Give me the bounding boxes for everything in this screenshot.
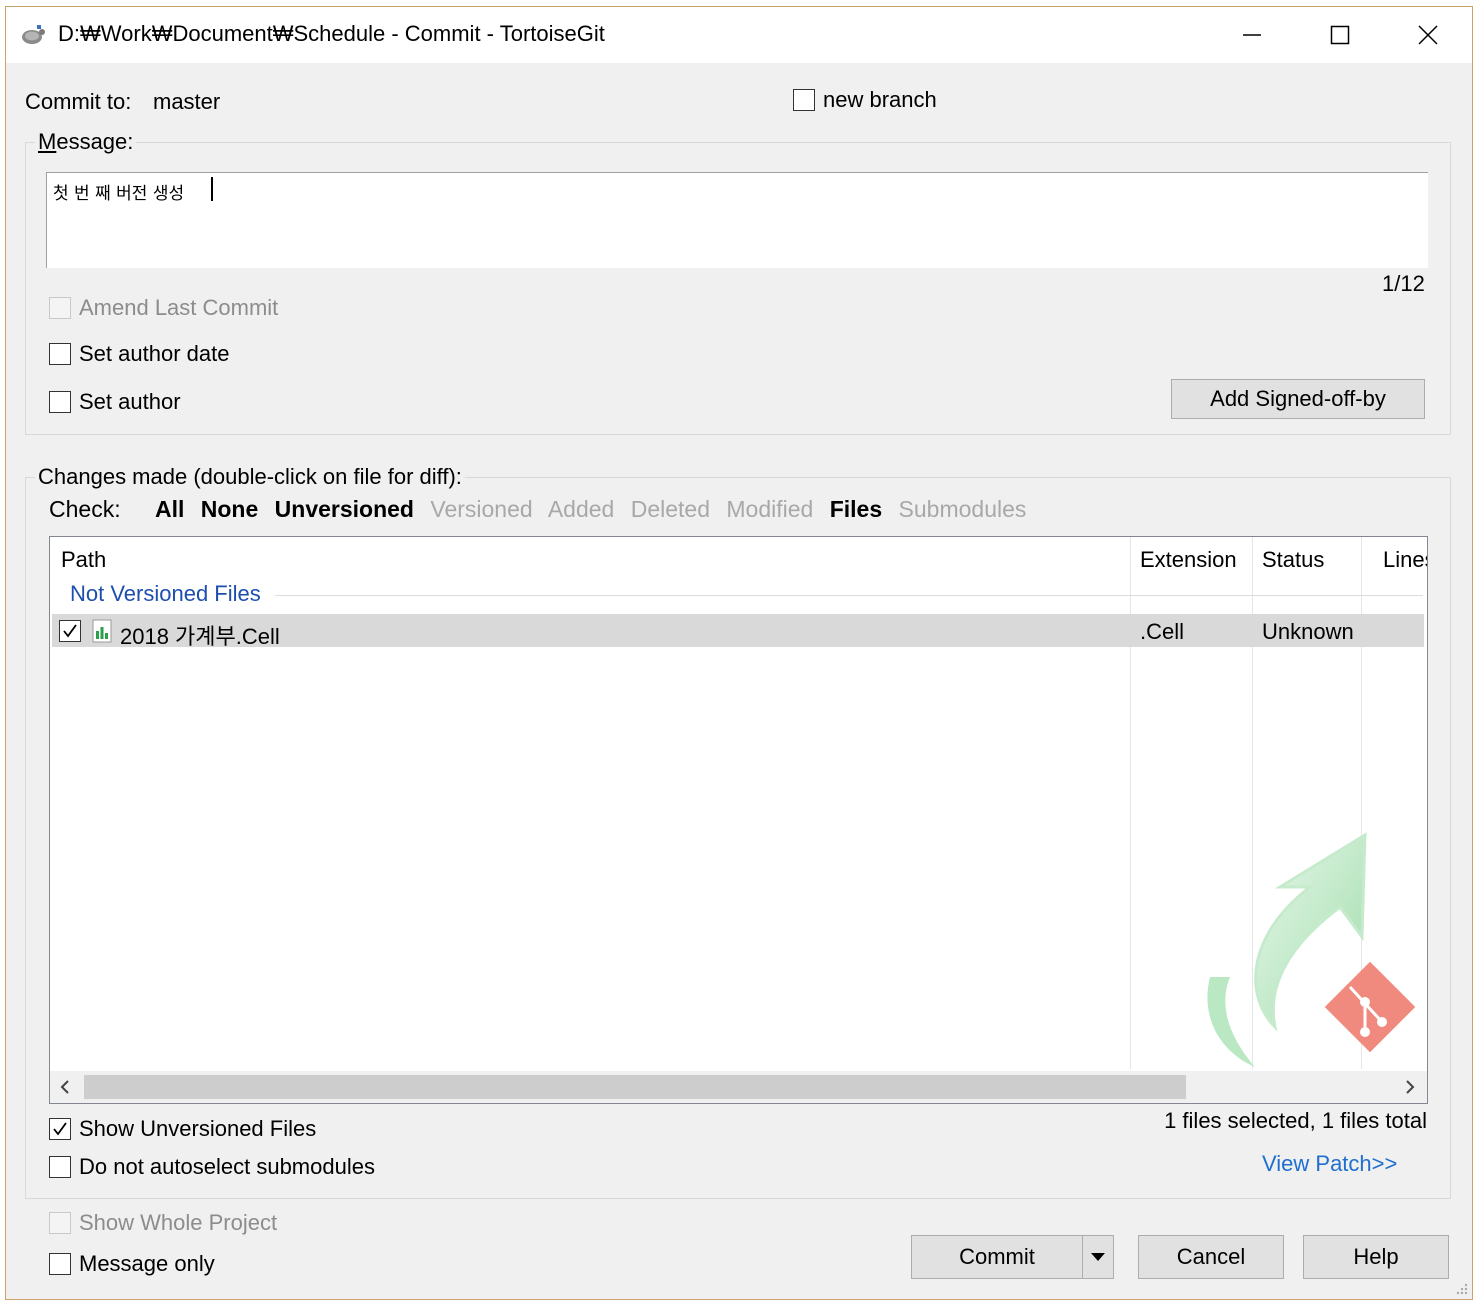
tortoisegit-watermark-logo (1207, 832, 1416, 1067)
add-signed-off-by-button[interactable]: Add Signed-off-by (1171, 379, 1425, 419)
maximize-button[interactable] (1296, 7, 1384, 63)
help-button[interactable]: Help (1303, 1235, 1449, 1279)
view-patch-link[interactable]: View Patch>> (1262, 1151, 1397, 1177)
no-autoselect-submodules-label: Do not autoselect submodules (79, 1154, 375, 1179)
message-counter: 1/12 (1382, 271, 1425, 296)
close-icon (1418, 25, 1438, 45)
spreadsheet-file-icon (92, 619, 112, 643)
scrollbar-thumb[interactable] (84, 1075, 1186, 1099)
filter-unversioned[interactable]: Unversioned (275, 496, 414, 522)
minimize-icon (1243, 34, 1261, 36)
filter-added: Added (547, 496, 615, 522)
selection-summary: 1 files selected, 1 files total (1164, 1108, 1427, 1133)
file-extension: .Cell (1140, 619, 1185, 644)
filter-submodules: Submodules (898, 496, 1027, 522)
filter-all[interactable]: All (155, 496, 184, 522)
checkmark-icon (53, 1122, 67, 1136)
message-only-checkbox[interactable] (49, 1253, 71, 1275)
set-author-date-label: Set author date (79, 341, 230, 366)
message-textarea[interactable]: 첫 번 째 버전 생성 (46, 172, 1428, 268)
maximize-icon (1330, 25, 1350, 45)
group-header-line (275, 595, 1423, 596)
scroll-left-icon[interactable] (58, 1079, 72, 1095)
amend-last-commit-checkbox[interactable] (49, 297, 71, 319)
close-button[interactable] (1384, 7, 1472, 63)
show-unversioned-checkbox[interactable] (49, 1118, 71, 1140)
column-header-extension[interactable]: Extension (1140, 547, 1237, 573)
filter-none[interactable]: None (201, 496, 259, 522)
file-status: Unknown (1262, 619, 1354, 644)
amend-last-commit-label: Amend Last Commit (79, 295, 279, 320)
message-text: 첫 번 째 버전 생성 (53, 184, 185, 204)
commit-to-label: Commit to: (25, 89, 132, 114)
minimize-button[interactable] (1208, 7, 1296, 63)
filter-versioned: Versioned (430, 496, 533, 522)
commit-button[interactable]: Commit (911, 1235, 1083, 1279)
message-only-label: Message only (79, 1251, 215, 1276)
column-header-path[interactable]: Path (61, 547, 106, 573)
text-caret (211, 177, 213, 201)
no-autoselect-submodules-checkbox[interactable] (49, 1156, 71, 1178)
check-filter-row: Check: All None Unversioned Versioned Ad… (49, 496, 1036, 523)
resize-grip-icon[interactable] (1454, 1281, 1468, 1295)
filter-files[interactable]: Files (830, 496, 882, 522)
commit-dialog: D:₩Work₩Document₩Schedule - Commit - Tor… (5, 6, 1473, 1300)
horizontal-scrollbar[interactable] (50, 1071, 1427, 1103)
file-path: 2018 가계부.Cell (120, 624, 280, 649)
commit-dropdown-button[interactable] (1082, 1235, 1114, 1279)
chevron-down-icon (1091, 1253, 1105, 1261)
scroll-right-icon[interactable] (1403, 1079, 1417, 1095)
show-whole-project-label: Show Whole Project (79, 1210, 278, 1235)
column-header-status[interactable]: Status (1262, 547, 1324, 573)
changes-group-label: Changes made (double-click on file for d… (35, 464, 465, 490)
group-header-not-versioned: Not Versioned Files (70, 581, 261, 606)
filter-modified: Modified (726, 496, 814, 522)
set-author-label: Set author (79, 389, 181, 414)
column-header-lines[interactable]: Lines (1383, 547, 1427, 573)
new-branch-checkbox[interactable] (793, 89, 815, 111)
title-bar[interactable]: D:₩Work₩Document₩Schedule - Commit - Tor… (6, 7, 1472, 63)
show-whole-project-checkbox[interactable] (49, 1212, 71, 1234)
cancel-button[interactable]: Cancel (1138, 1235, 1284, 1279)
set-author-date-checkbox[interactable] (49, 343, 71, 365)
window-title: D:₩Work₩Document₩Schedule - Commit - Tor… (58, 21, 605, 46)
changed-files-list[interactable]: Path Extension Status Lines Not Versione… (49, 536, 1428, 1104)
check-label: Check: (49, 496, 121, 522)
checkmark-icon (63, 624, 77, 638)
show-unversioned-label: Show Unversioned Files (79, 1116, 317, 1141)
message-group-label: Message: (35, 129, 137, 155)
branch-name: master (153, 89, 221, 114)
new-branch-label: new branch (823, 87, 937, 112)
file-row-checkbox[interactable] (59, 620, 81, 642)
tortoisegit-app-icon (22, 25, 45, 44)
filter-deleted: Deleted (630, 496, 710, 522)
set-author-checkbox[interactable] (49, 391, 71, 413)
